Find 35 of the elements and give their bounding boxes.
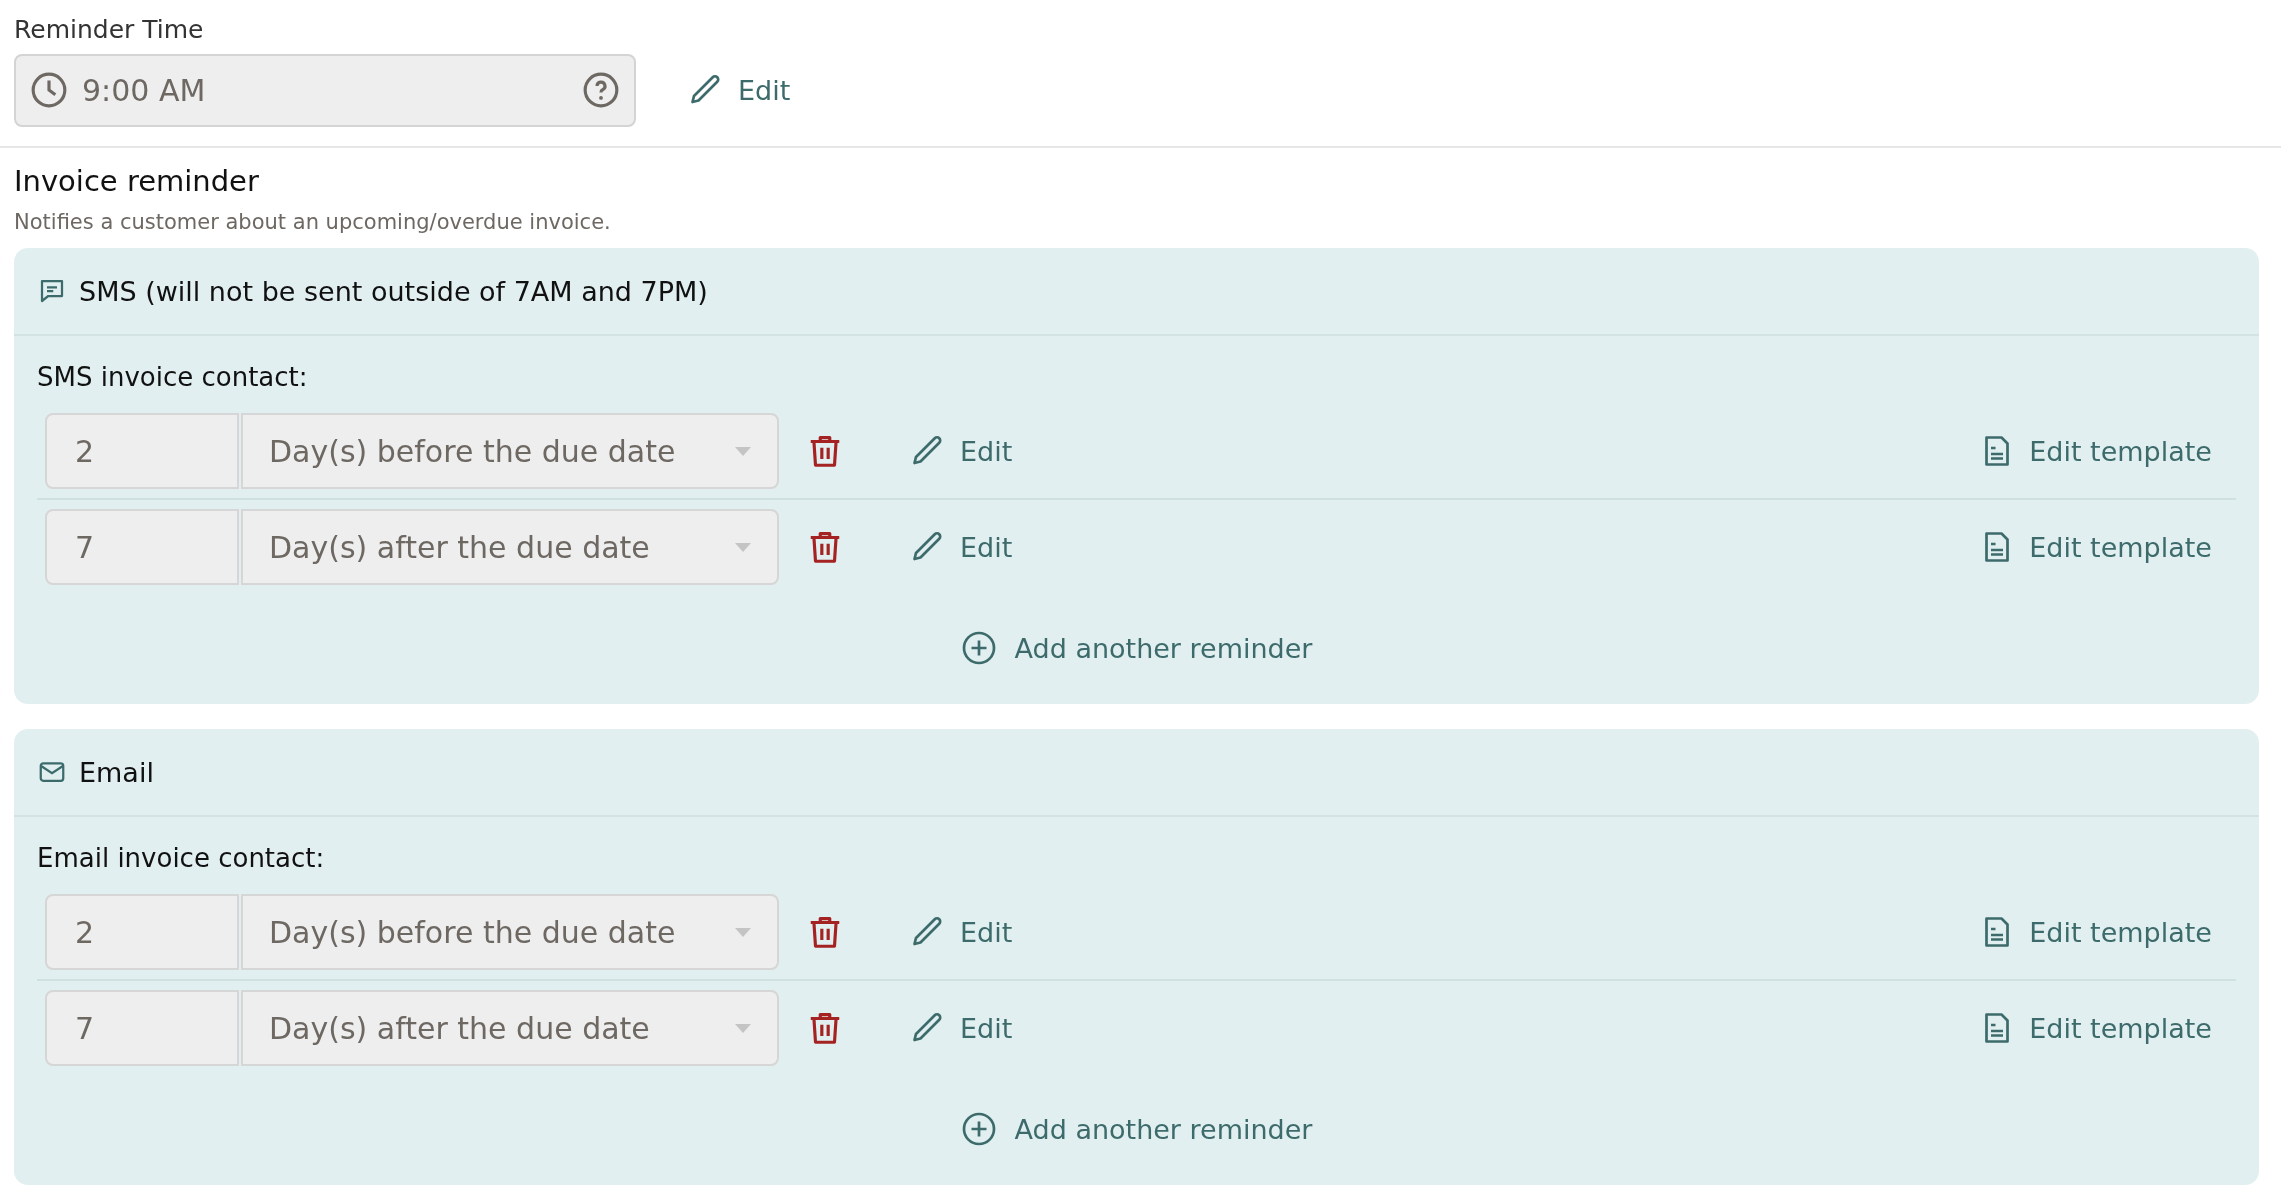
field-label: Reminder Time <box>14 13 205 46</box>
edit-template-button[interactable]: Edit template <box>1979 529 2212 565</box>
clock-icon <box>30 71 68 109</box>
edit-template-button[interactable]: Edit template <box>1979 1010 2212 1046</box>
edit-button[interactable]: Edit <box>910 433 1013 469</box>
channel-header: SMS (will not be sent outside of 7AM and 7PM) <box>79 275 708 307</box>
caret-icon <box>735 542 751 552</box>
edit-template-button[interactable]: Edit template <box>1979 914 2212 950</box>
contact-label: SMS invoice contact: <box>37 362 308 392</box>
caret-icon <box>735 1023 751 1033</box>
edit-button[interactable]: Edit <box>910 1010 1013 1046</box>
days-input[interactable]: 2 <box>45 413 239 489</box>
days-input[interactable]: 2 <box>45 894 239 970</box>
caret-icon <box>735 446 751 456</box>
section-title: Invoice reminder <box>14 164 260 198</box>
timing-dropdown[interactable]: Day(s) after the due date <box>241 509 779 585</box>
timing-dropdown[interactable]: Day(s) before the due date <box>241 413 779 489</box>
edit-template-button[interactable]: Edit template <box>1979 433 2212 469</box>
edit-button[interactable]: Edit <box>688 72 791 108</box>
days-input[interactable]: 7 <box>45 509 239 585</box>
contact-label: Email invoice contact: <box>37 843 325 873</box>
add-reminder-button[interactable]: Add another reminder <box>960 630 1313 666</box>
plus-circle-icon <box>960 630 997 666</box>
section-description: Notifies a customer about an upcoming/overdue invoice. <box>14 210 612 234</box>
add-reminder-button[interactable]: Add another reminder <box>960 1111 1313 1147</box>
timing-dropdown[interactable]: Day(s) after the due date <box>241 990 779 1066</box>
timing-dropdown[interactable]: Day(s) before the due date <box>241 894 779 970</box>
edit-button[interactable]: Edit <box>910 914 1013 950</box>
days-input[interactable]: 7 <box>45 990 239 1066</box>
plus-circle-icon <box>960 1111 997 1147</box>
caret-icon <box>735 927 751 937</box>
help-icon[interactable] <box>582 71 620 109</box>
channel-header: Email <box>79 756 154 788</box>
time-field[interactable]: 9:00 AM <box>14 53 636 127</box>
edit-button[interactable]: Edit <box>910 529 1013 565</box>
